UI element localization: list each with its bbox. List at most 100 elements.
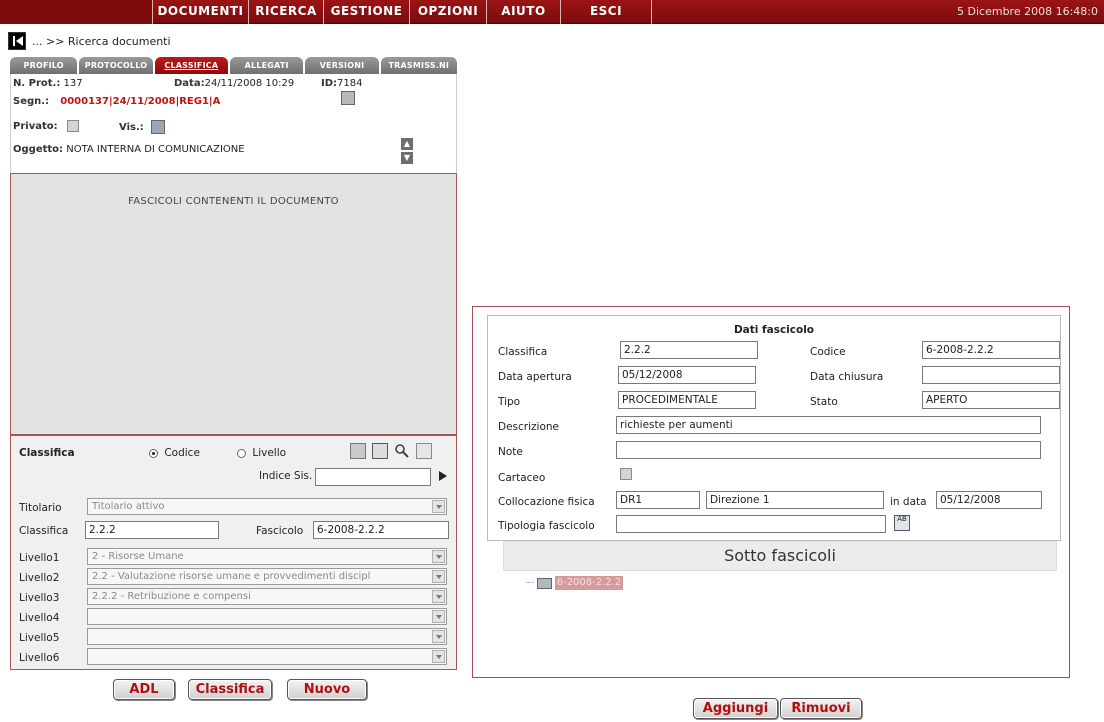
- tab-profilo[interactable]: PROFILO: [10, 57, 78, 74]
- livello4-select[interactable]: [87, 608, 447, 625]
- tab-classifica[interactable]: CLASSIFICA: [154, 57, 228, 74]
- back-icon[interactable]: [8, 32, 26, 50]
- classifica-input[interactable]: 2.2.2: [85, 521, 219, 539]
- menu-opzioni[interactable]: OPZIONI: [409, 0, 486, 24]
- search-document-icon[interactable]: [416, 443, 432, 459]
- oggetto-label: Oggetto:: [13, 144, 64, 155]
- collocazione-code-input[interactable]: DR1: [616, 491, 700, 509]
- chevron-down-icon[interactable]: [432, 650, 445, 663]
- chevron-down-icon[interactable]: [432, 590, 445, 603]
- document-info: N. Prot.: 137 Data:24/11/2008 10:29 ID:7…: [10, 74, 457, 174]
- nprot-value: 137: [63, 78, 83, 89]
- list-icon[interactable]: [372, 443, 388, 459]
- cartaceo-checkbox[interactable]: [620, 468, 632, 480]
- nuovo-button[interactable]: Nuovo: [287, 679, 367, 700]
- menu-documenti[interactable]: DOCUMENTI: [152, 0, 248, 24]
- tab-versioni[interactable]: VERSIONI: [305, 57, 379, 74]
- livello3-select[interactable]: 2.2.2 - Retribuzione e compensi: [87, 588, 447, 605]
- indice-input[interactable]: [315, 468, 431, 486]
- segn-value: 0000137|24/11/2008|REG1|A: [60, 96, 221, 107]
- vis-row: Vis.:: [119, 120, 165, 134]
- id-row: ID:7184: [321, 78, 362, 89]
- codice-input[interactable]: 6-2008-2.2.2: [922, 341, 1060, 359]
- livello1-select[interactable]: 2 - Risorse Umane: [87, 548, 447, 565]
- breadcrumb: ... >> Ricerca documenti: [8, 31, 171, 51]
- apertura-label: Data apertura: [498, 371, 572, 383]
- tree-icon[interactable]: [350, 443, 366, 459]
- cartaceo-label: Cartaceo: [498, 472, 546, 484]
- visibility-icon[interactable]: [150, 120, 165, 134]
- rimuovi-button[interactable]: Rimuovi: [780, 698, 862, 719]
- document-tabs: PROFILO PROTOCOLLO CLASSIFICA ALLEGATI V…: [10, 57, 457, 74]
- collocazione-desc-input[interactable]: Direzione 1: [706, 491, 884, 509]
- chiusura-input[interactable]: [922, 366, 1060, 384]
- sotto-fascicoli-bar: Sotto fascicoli: [503, 541, 1057, 571]
- fascicolo-input[interactable]: 6-2008-2.2.2: [313, 521, 449, 539]
- id-value: 7184: [337, 78, 363, 89]
- chevron-down-icon[interactable]: [432, 550, 445, 563]
- scroll-down-icon[interactable]: ▼: [401, 152, 413, 164]
- tree-connector: ····: [525, 577, 535, 589]
- fascicolo-label: Fascicolo: [256, 525, 304, 537]
- descrizione-input[interactable]: richieste per aumenti: [616, 416, 1041, 434]
- tab-allegati[interactable]: ALLEGATI: [229, 57, 304, 74]
- apertura-input[interactable]: 05/12/2008: [618, 366, 756, 384]
- livello5-select[interactable]: [87, 628, 447, 645]
- top-menu-bar: DOCUMENTI RICERCA GESTIONE OPZIONI AIUTO…: [0, 0, 1104, 24]
- stato-input[interactable]: APERTO: [922, 391, 1060, 409]
- oggetto-value: NOTA INTERNA DI COMUNICAZIONE: [66, 144, 245, 155]
- spellcheck-icon[interactable]: AB: [894, 515, 910, 531]
- dati-classifica-input[interactable]: 2.2.2: [620, 341, 758, 359]
- chevron-down-icon[interactable]: [432, 500, 445, 513]
- note-label: Note: [498, 446, 523, 458]
- data-label: Data:: [174, 78, 205, 89]
- titolario-value: Titolario attivo: [92, 501, 165, 512]
- radio-codice[interactable]: [149, 448, 158, 458]
- segn-label: Segn.:: [13, 96, 50, 107]
- play-arrow-icon[interactable]: [437, 469, 453, 485]
- privato-checkbox[interactable]: [66, 120, 79, 132]
- in-data-input[interactable]: 05/12/2008: [936, 491, 1042, 509]
- document-icon[interactable]: [341, 91, 355, 105]
- tab-trasmissioni[interactable]: TRASMISS.NI: [380, 57, 457, 74]
- chevron-down-icon[interactable]: [432, 570, 445, 583]
- dati-fascicolo-title: Dati fascicolo: [733, 324, 815, 336]
- livello3-value: 2.2.2 - Retribuzione e compensi: [92, 591, 251, 602]
- privato-label: Privato:: [13, 121, 58, 132]
- radio-livello[interactable]: [237, 448, 246, 458]
- tipologia-input[interactable]: [616, 515, 886, 533]
- livello5-label: Livello5: [19, 632, 60, 644]
- menu-esci[interactable]: ESCI: [560, 0, 652, 24]
- tipologia-label: Tipologia fascicolo: [498, 520, 595, 532]
- livello6-select[interactable]: [87, 648, 447, 665]
- scroll-up-icon[interactable]: ▲: [401, 138, 413, 150]
- livello1-label: Livello1: [19, 552, 60, 564]
- collocazione-label: Collocazione fisica: [498, 496, 595, 508]
- chiusura-label: Data chiusura: [810, 371, 884, 383]
- classifica-panel-title: Classifica: [19, 447, 75, 459]
- nprot-label: N. Prot.:: [13, 78, 61, 89]
- chevron-down-icon[interactable]: [432, 630, 445, 643]
- search-icon[interactable]: [394, 443, 410, 459]
- tab-protocollo[interactable]: PROTOCOLLO: [79, 57, 153, 74]
- subfolder-tree-node: ···· 6-2008-2.2.2: [525, 575, 624, 591]
- menu-gestione[interactable]: GESTIONE: [323, 0, 409, 24]
- livello2-label: Livello2: [19, 572, 60, 584]
- data-value: 24/11/2008 10:29: [204, 78, 295, 89]
- data-row: Data:24/11/2008 10:29: [174, 78, 294, 89]
- subfolder-node-label[interactable]: 6-2008-2.2.2: [554, 576, 624, 590]
- titolario-select[interactable]: Titolario attivo: [87, 498, 447, 515]
- nprot-row: N. Prot.: 137: [13, 78, 83, 89]
- menu-aiuto[interactable]: AIUTO: [486, 0, 560, 24]
- id-label: ID:: [321, 78, 338, 89]
- menu-ricerca[interactable]: RICERCA: [248, 0, 323, 24]
- tipo-input[interactable]: PROCEDIMENTALE: [618, 391, 756, 409]
- segnatura-row: Segn.: 0000137|24/11/2008|REG1|A: [13, 96, 220, 107]
- aggiungi-button[interactable]: Aggiungi: [693, 698, 778, 719]
- adl-button[interactable]: ADL: [113, 679, 175, 700]
- main-menu: DOCUMENTI RICERCA GESTIONE OPZIONI AIUTO…: [152, 0, 652, 24]
- livello2-select[interactable]: 2.2 - Valutazione risorse umane e provve…: [87, 568, 447, 585]
- note-input[interactable]: [616, 441, 1041, 459]
- classifica-button[interactable]: Classifica: [188, 679, 272, 700]
- chevron-down-icon[interactable]: [432, 610, 445, 623]
